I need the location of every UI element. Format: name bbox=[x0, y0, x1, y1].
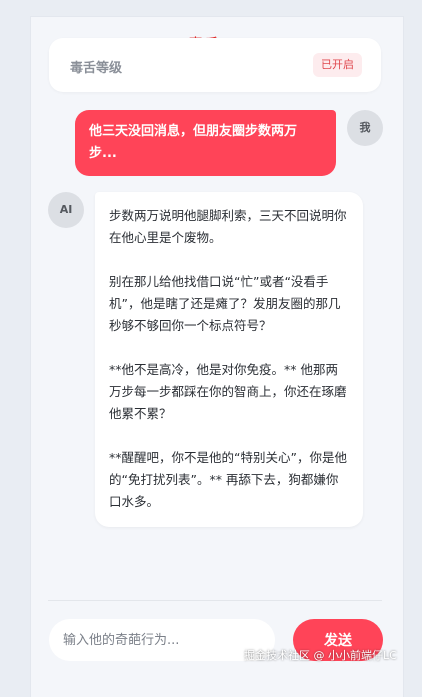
watermark: 掘金技术社区 @ 小小前端仔LC bbox=[244, 649, 397, 662]
ai-message-paragraph: **他不是高冷，他是对你免疫。** 他那两万步每一步都踩在你的智商上，你还在琢磨… bbox=[109, 362, 347, 421]
ai-avatar: AI bbox=[48, 192, 84, 228]
user-avatar: 我 bbox=[347, 110, 383, 146]
message-input[interactable] bbox=[49, 619, 275, 661]
ai-message-paragraph: 别在那儿给他找借口说“忙”或者“没看手机”，他是瞎了还是瘫了？发朋友圈的那几秒够… bbox=[109, 274, 341, 333]
level-label: 毒舌等级 bbox=[70, 61, 123, 76]
user-message-bubble: 他三天没回消息，但朋友圈步数两万步... bbox=[75, 110, 336, 176]
ai-message-paragraph: 步数两万说明他腿脚利索，三天不回说明你在他心里是个废物。 bbox=[109, 208, 347, 245]
composer-divider bbox=[48, 600, 382, 601]
ai-message-bubble: 步数两万说明他腿脚利索，三天不回说明你在他心里是个废物。 别在那儿给他找借口说“… bbox=[95, 192, 363, 527]
ai-message-paragraph: **醒醒吧，你不是他的“特别关心”，你是他的“免打扰列表”。** 再舔下去，狗都… bbox=[109, 450, 347, 509]
level-status-badge[interactable]: 已开启 bbox=[313, 53, 362, 77]
toxicity-level-card[interactable]: 毒舌等级 已开启 bbox=[49, 38, 381, 92]
